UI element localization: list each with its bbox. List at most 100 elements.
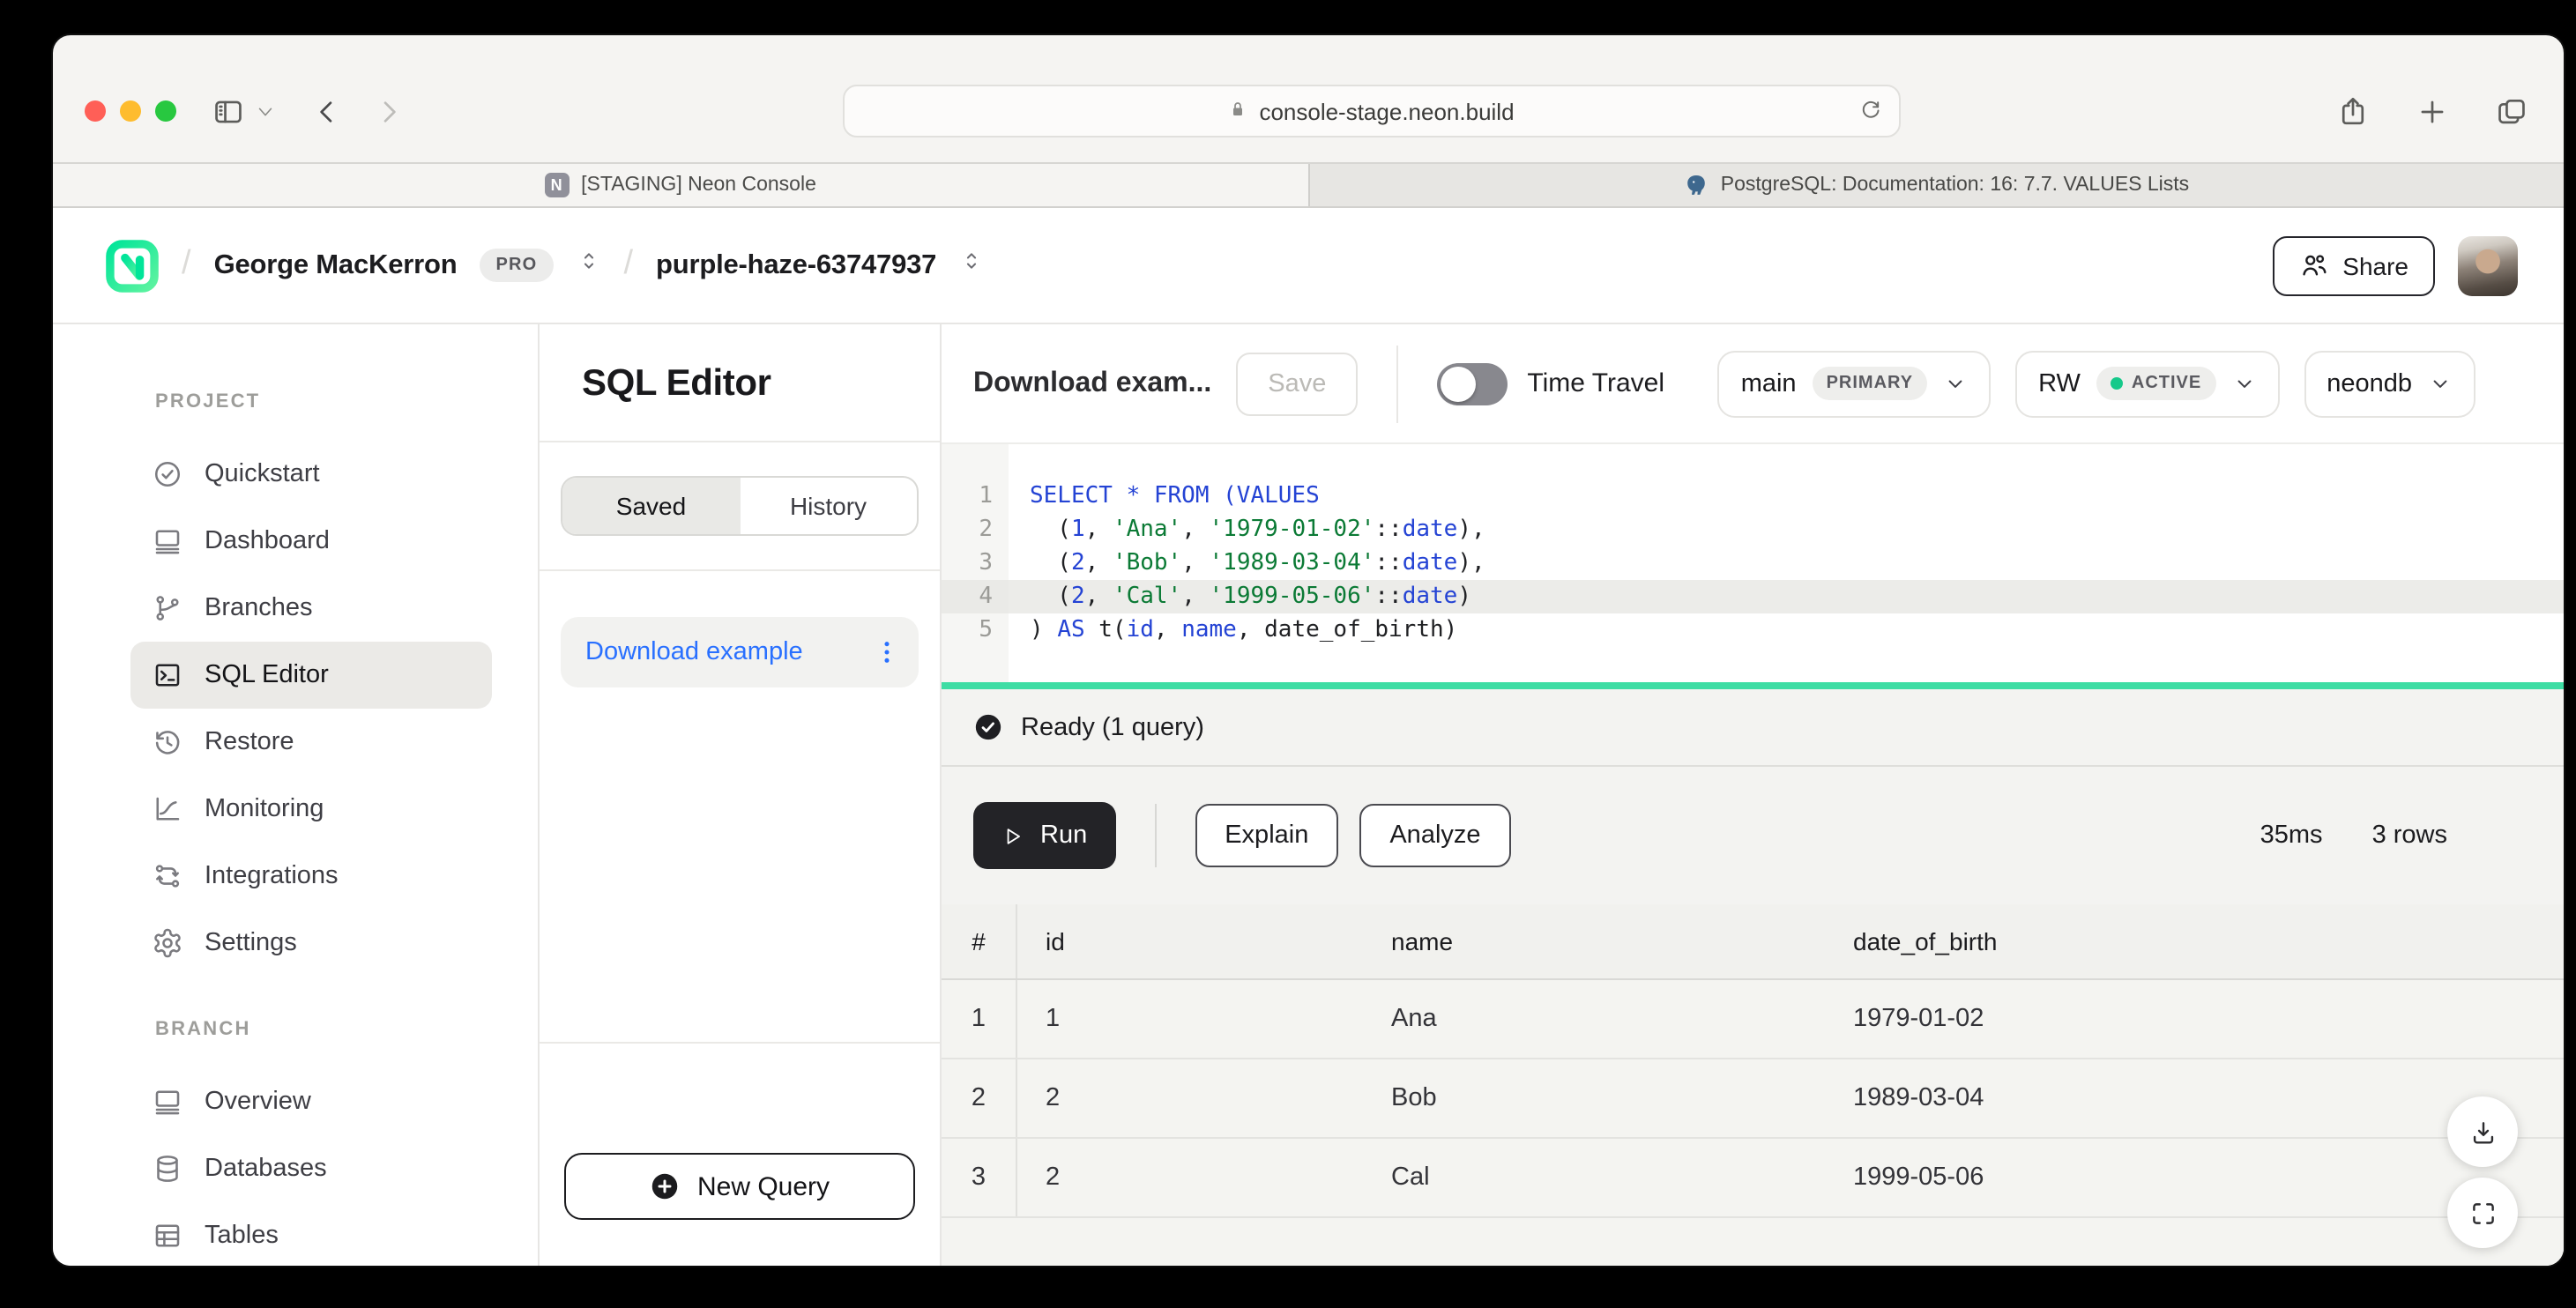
row-index-cell: 2 xyxy=(942,1059,1017,1137)
table-row[interactable]: 22Bob1989-03-04 xyxy=(942,1059,2564,1139)
sidebar-item-branches[interactable]: Branches xyxy=(130,575,492,642)
address-bar[interactable]: console-stage.neon.build xyxy=(842,85,1900,137)
code-line[interactable]: 1SELECT * FROM (VALUES xyxy=(942,479,2564,513)
breadcrumb-separator: / xyxy=(182,244,191,283)
browser-window: console-stage.neon.build xyxy=(53,35,2564,1266)
time-travel-toggle[interactable] xyxy=(1437,362,1508,405)
explain-button[interactable]: Explain xyxy=(1195,804,1338,867)
sidebar-item-label: SQL Editor xyxy=(205,661,329,689)
sidebar-chevron-icon[interactable] xyxy=(256,101,275,121)
saved-query-list: Download example xyxy=(540,571,940,1042)
sidebar-item-monitoring[interactable]: Monitoring xyxy=(130,776,492,843)
sidebar-item-tables[interactable]: Tables xyxy=(130,1202,492,1266)
code-text: (2, 'Cal', '1999-05-06'::date) xyxy=(1009,580,2564,613)
sidebar-item-label: Dashboard xyxy=(205,527,330,555)
screen: console-stage.neon.build xyxy=(0,0,2576,1308)
user-avatar[interactable] xyxy=(2458,235,2518,295)
close-window-button[interactable] xyxy=(85,100,106,122)
compute-name: RW xyxy=(2038,369,2081,398)
save-button[interactable]: Save xyxy=(1236,352,1358,415)
forward-button-icon[interactable] xyxy=(372,94,406,128)
ready-check-icon xyxy=(973,712,1003,742)
sidebar-item-settings[interactable]: Settings xyxy=(130,910,492,977)
main-layout: PROJECTQuickstartDashboardBranchesSQL Ed… xyxy=(53,324,2564,1266)
table-cell: 2 xyxy=(1017,1139,1363,1216)
tab-history[interactable]: History xyxy=(740,478,917,534)
branch-select[interactable]: main PRIMARY xyxy=(1718,350,1991,417)
new-query-button[interactable]: New Query xyxy=(564,1153,915,1220)
browser-tab-postgresql-docs[interactable]: PostgreSQL: Documentation: 16: 7.7. VALU… xyxy=(1307,164,2564,206)
tab-overview-icon[interactable] xyxy=(2495,94,2528,128)
status-text: Ready (1 query) xyxy=(1021,713,1204,741)
table-cell: 1979-01-02 xyxy=(1825,980,2564,1058)
result-row-count: 3 rows xyxy=(2372,821,2447,850)
restore-icon xyxy=(152,726,183,758)
sidebar-item-label: Databases xyxy=(205,1155,327,1183)
compute-select[interactable]: RW ACTIVE xyxy=(2015,350,2279,417)
table-row[interactable]: 11Ana1979-01-02 xyxy=(942,980,2564,1059)
sidebar-item-databases[interactable]: Databases xyxy=(130,1135,492,1202)
actions-bar: Run Explain Analyze 35ms 3 rows xyxy=(942,767,2564,904)
column-header-date-of-birth: date_of_birth xyxy=(1825,904,2564,978)
column-header-name: name xyxy=(1363,904,1825,978)
sidebar-item-restore[interactable]: Restore xyxy=(130,709,492,776)
table-cell: 1 xyxy=(1017,980,1363,1058)
breadcrumb-org-name[interactable]: George MacKerron xyxy=(214,249,458,281)
query-title: Download exam... xyxy=(973,368,1211,399)
time-travel-label: Time Travel xyxy=(1527,368,1664,398)
sql-code-editor[interactable]: 1SELECT * FROM (VALUES2 (1, 'Ana', '1979… xyxy=(942,444,2564,682)
share-page-icon[interactable] xyxy=(2336,94,2370,128)
dashboard-icon xyxy=(152,525,183,557)
tab-saved[interactable]: Saved xyxy=(562,478,740,534)
table-cell: Ana xyxy=(1363,980,1825,1058)
download-results-button[interactable] xyxy=(2447,1096,2518,1167)
code-line[interactable]: 2 (1, 'Ana', '1979-01-02'::date), xyxy=(942,513,2564,546)
minimize-window-button[interactable] xyxy=(120,100,141,122)
breadcrumb-project-name[interactable]: purple-haze-63747937 xyxy=(656,249,936,281)
database-name: neondb xyxy=(2327,369,2412,398)
run-label: Run xyxy=(1040,821,1087,850)
back-button-icon[interactable] xyxy=(310,94,344,128)
url-text: console-stage.neon.build xyxy=(1259,98,1514,124)
sidebar-item-overview[interactable]: Overview xyxy=(130,1068,492,1135)
sidebar-item-sql-editor[interactable]: SQL Editor xyxy=(130,642,492,709)
sidebar-item-label: Monitoring xyxy=(205,795,324,823)
panel-header: SQL Editor xyxy=(540,324,940,442)
zoom-window-button[interactable] xyxy=(155,100,176,122)
settings-icon xyxy=(152,927,183,959)
org-selector-icon[interactable] xyxy=(576,249,600,282)
share-button[interactable]: Share xyxy=(2272,235,2435,295)
saved-query-item[interactable]: Download example xyxy=(561,617,919,687)
database-select[interactable]: neondb xyxy=(2304,350,2475,417)
table-row[interactable]: 32Cal1999-05-06 xyxy=(942,1139,2564,1218)
run-button[interactable]: Run xyxy=(973,802,1115,869)
table-cell: Cal xyxy=(1363,1139,1825,1216)
sidebar-item-dashboard[interactable]: Dashboard xyxy=(130,508,492,575)
sidebar-item-integrations[interactable]: Integrations xyxy=(130,843,492,910)
expand-results-button[interactable] xyxy=(2447,1178,2518,1248)
column-header-id: id xyxy=(1017,904,1363,978)
code-text: SELECT * FROM (VALUES xyxy=(1009,479,2564,513)
kebab-menu-icon[interactable] xyxy=(866,631,908,673)
neon-logo[interactable] xyxy=(106,239,159,292)
play-icon xyxy=(1001,824,1024,847)
analyze-button[interactable]: Analyze xyxy=(1359,804,1510,867)
sidebar-item-quickstart[interactable]: Quickstart xyxy=(130,441,492,508)
project-sidebar: PROJECTQuickstartDashboardBranchesSQL Ed… xyxy=(53,324,540,1266)
project-selector-icon[interactable] xyxy=(959,249,984,282)
browser-tab-neon-console[interactable]: N [STAGING] Neon Console xyxy=(53,164,1307,206)
code-line[interactable]: 4 (2, 'Cal', '1999-05-06'::date) xyxy=(942,580,2564,613)
code-line[interactable]: 5) AS t(id, name, date_of_birth) xyxy=(942,613,2564,647)
tab-strip: N [STAGING] Neon Console PostgreSQL: Doc… xyxy=(53,162,2564,208)
reload-icon[interactable] xyxy=(1858,96,1882,126)
sidebar-section-label: BRANCH xyxy=(155,1019,538,1040)
new-tab-icon[interactable] xyxy=(2416,94,2449,128)
people-icon xyxy=(2298,250,2328,280)
sidebar-toggle-icon[interactable] xyxy=(212,94,245,128)
table-cell: 2 xyxy=(1017,1059,1363,1137)
results-body: 11Ana1979-01-0222Bob1989-03-0432Cal1999-… xyxy=(942,980,2564,1218)
code-line[interactable]: 3 (2, 'Bob', '1989-03-04'::date), xyxy=(942,546,2564,580)
code-text: (1, 'Ana', '1979-01-02'::date), xyxy=(1009,513,2564,546)
breadcrumb-separator: / xyxy=(623,244,633,283)
editor-resize-handle[interactable] xyxy=(942,682,2564,689)
